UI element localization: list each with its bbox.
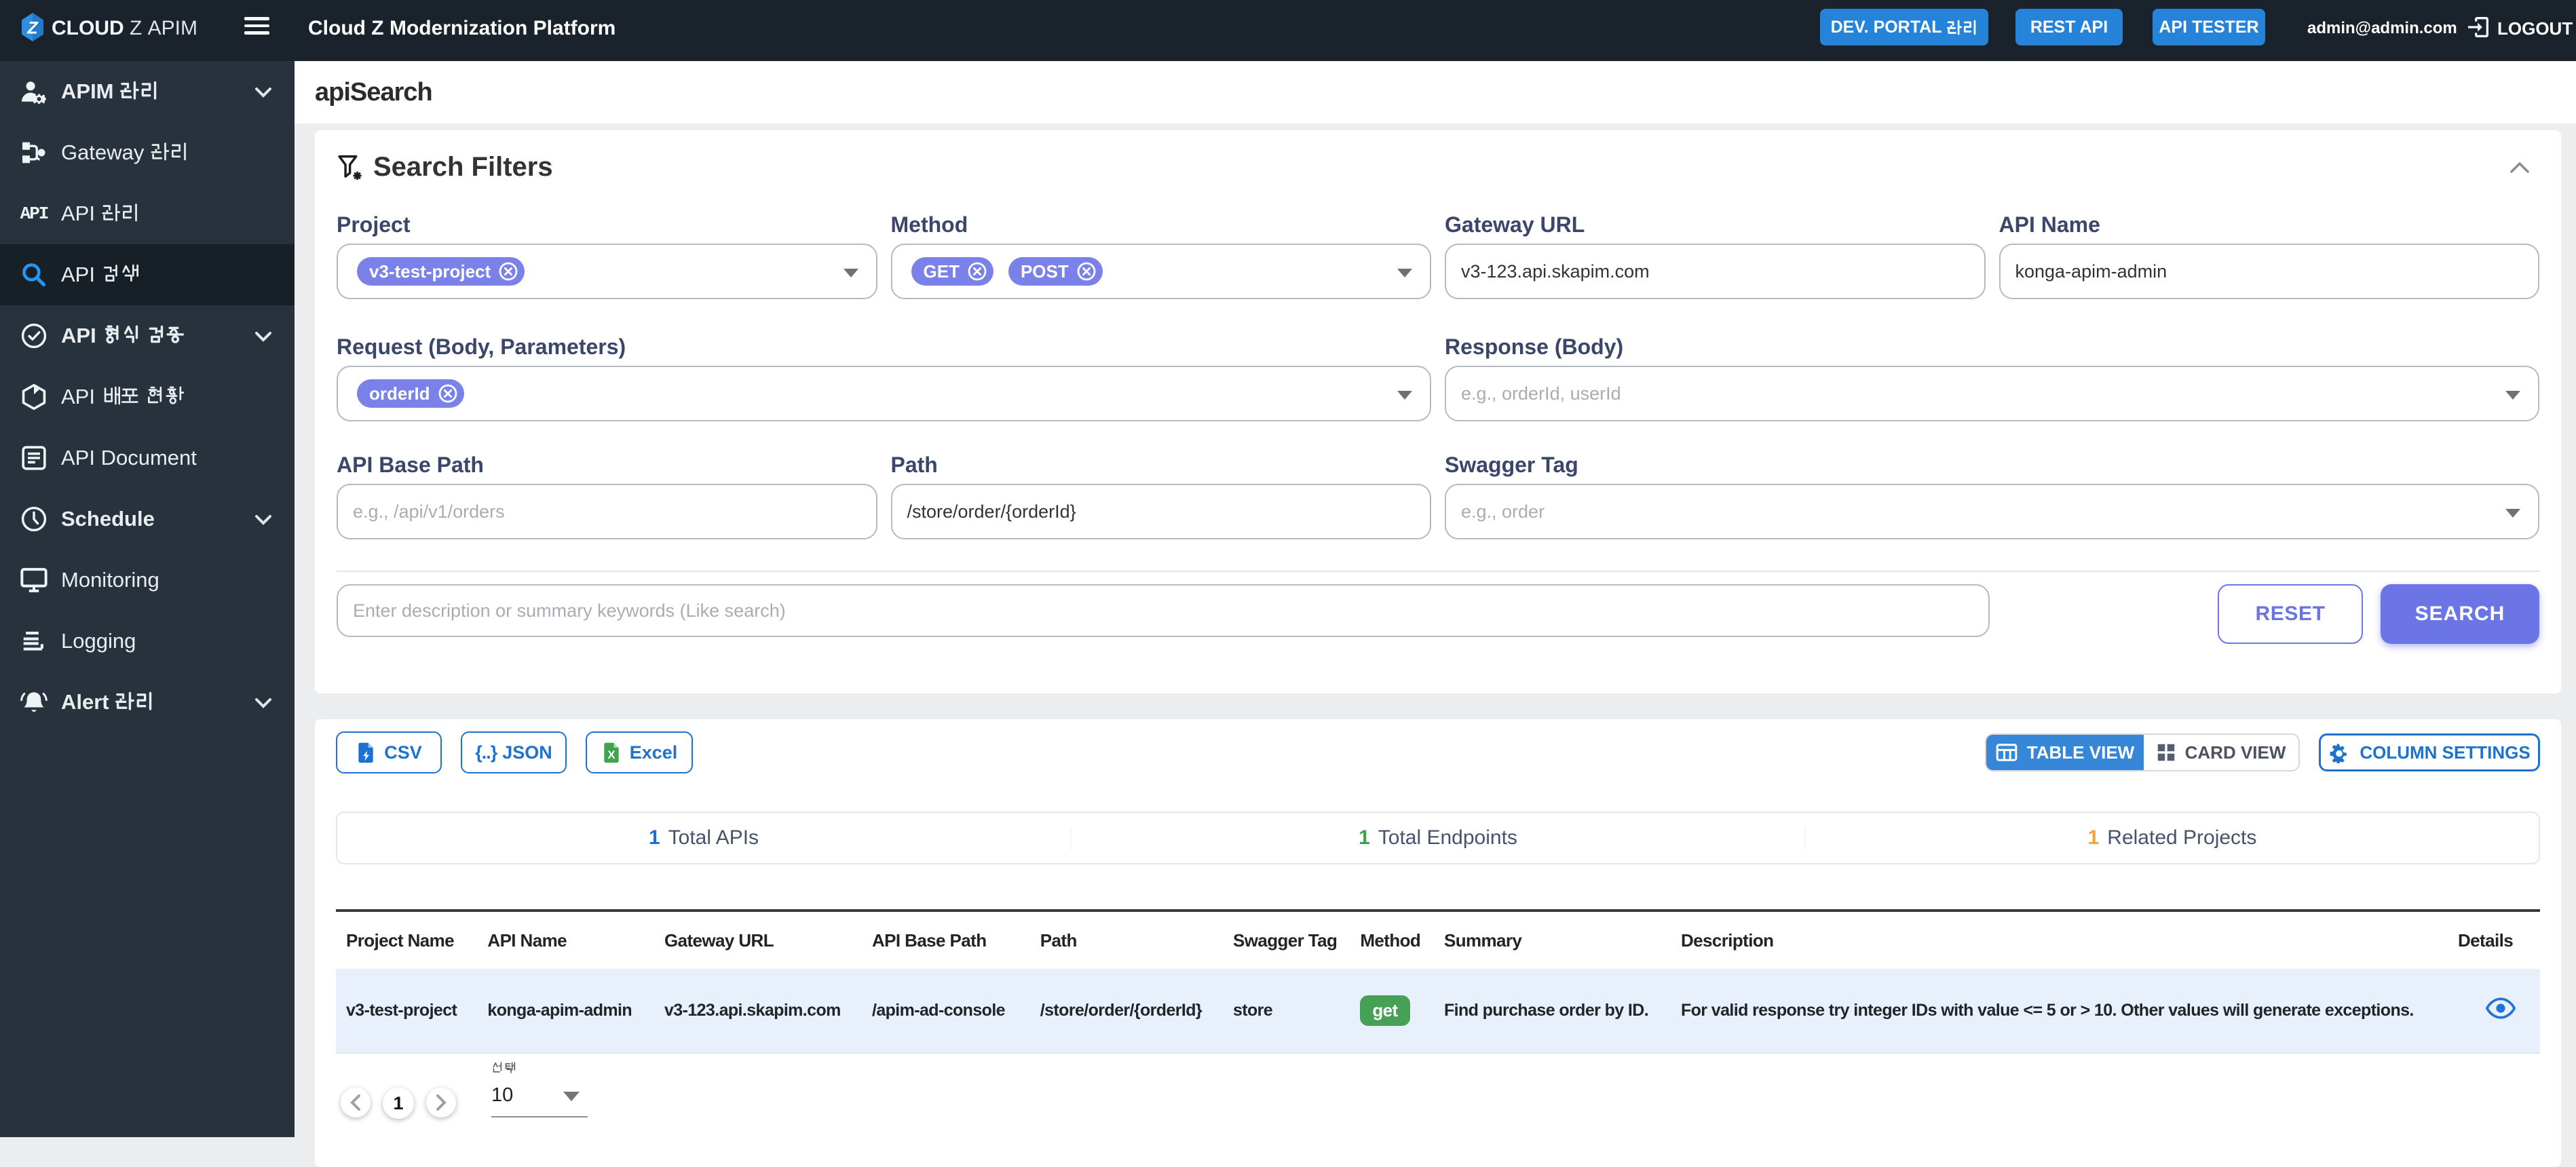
svg-text:X: X	[607, 748, 615, 761]
svg-text:Z: Z	[26, 18, 39, 37]
